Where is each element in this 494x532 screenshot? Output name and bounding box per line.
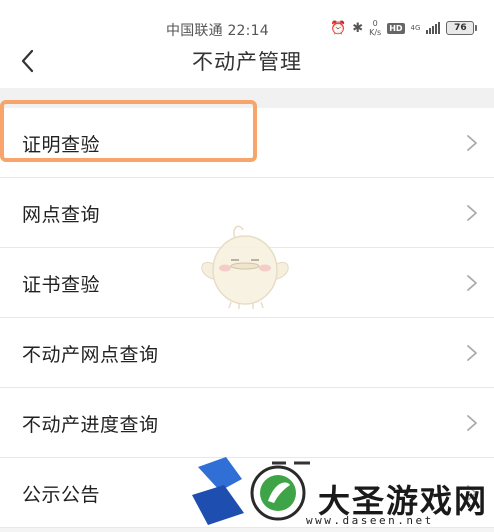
menu-item-label: 公示公告 [22,484,101,506]
chevron-right-icon [467,135,477,151]
chick-mascot-icon [201,225,289,309]
battery-icon: 76 [446,21,478,35]
menu-item-label: 网点查询 [22,204,101,226]
carrier-time: 中国联通 22:14 [166,23,269,39]
chevron-right-icon [467,345,477,361]
chevron-right-icon [467,275,477,291]
menu-item-real-estate-outlet-query[interactable]: 不动产网点查询 [0,318,494,388]
status-bar: 中国联通 22:14 ⏰ ✱ 0 K/s HD 4G 76 [0,0,494,39]
menu-item-real-estate-progress-query[interactable]: 不动产进度查询 [0,388,494,458]
menu-item-label: 证书查验 [22,274,101,296]
chevron-right-icon [467,415,477,431]
signal-icon [426,22,441,34]
menu-item-label: 不动产网点查询 [22,344,159,366]
highlight-box [0,100,257,162]
menu-item-label: 不动产进度查询 [22,414,159,436]
hd-badge: HD [387,22,405,34]
chevron-right-icon [467,205,477,221]
speed-unit: K/s [369,28,382,37]
alarm-icon: ⏰ [330,20,347,36]
watermark-url: www.daseen.net [306,514,434,527]
bluetooth-icon: ✱ [352,20,364,36]
network-speed: 0 K/s [369,19,381,37]
status-icons: ⏰ ✱ 0 K/s HD 4G 76 [330,18,478,38]
speed-value: 0 [372,19,378,28]
network-type: 4G [410,24,421,32]
page-title: 不动产管理 [192,50,302,74]
title-bar: 不动产管理 [0,38,494,88]
